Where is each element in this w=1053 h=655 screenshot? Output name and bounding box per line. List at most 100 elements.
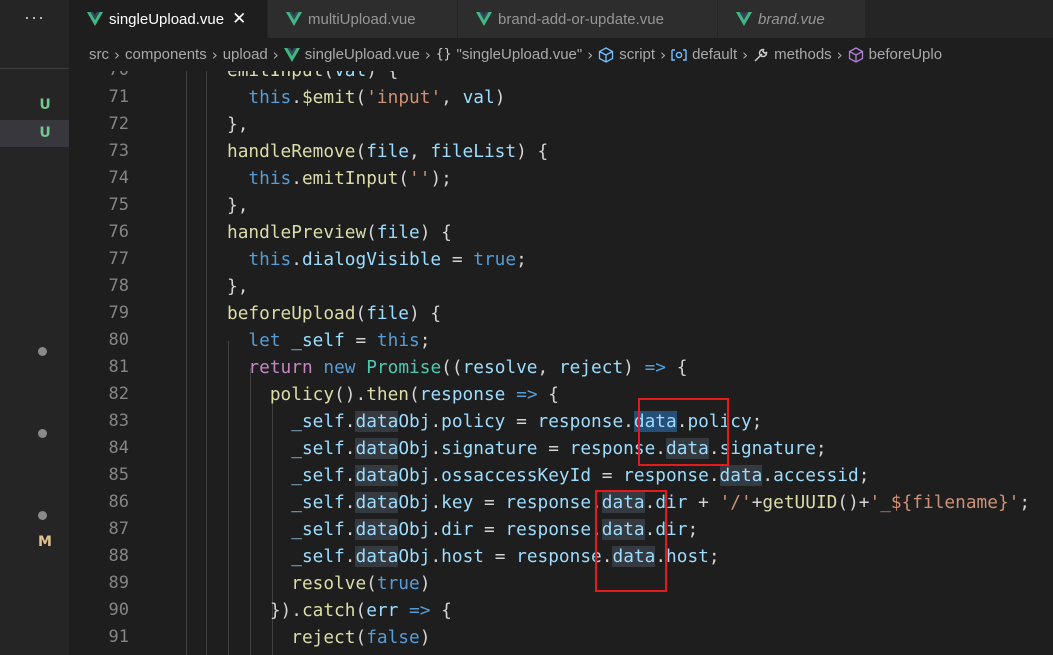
tab-multiupload[interactable]: multiUpload.vue [268,0,458,38]
explorer-item[interactable]: M [0,529,69,556]
code-text: beforeUpload(file) { [227,303,442,324]
chevron-right-icon: › [587,45,594,64]
line-number: 86 [108,492,129,512]
code-text: _self.dataObj.signature = response.data.… [291,438,827,459]
tab-label: brand-add-or-update.vue [498,10,664,28]
code-editor[interactable]: 70 emitInput(val) { 71 this.$emit('input… [69,71,1053,655]
code-text: _self.dataObj.ossaccessKeyId = response.… [291,465,870,486]
vue-file-icon [286,12,302,26]
tab-label: singleUpload.vue [109,10,225,28]
breadcrumb-item-module[interactable]: {} "singleUpload.vue" [436,46,582,63]
annotation-box [638,398,729,466]
line-number: 77 [108,249,129,269]
code-line: 72 }, [69,111,1053,138]
code-line: 81 return new Promise((resolve, reject) … [69,354,1053,381]
code-line: 78 }, [69,273,1053,300]
code-line: 76 handlePreview(file) { [69,219,1053,246]
breadcrumb-label: "singleUpload.vue" [456,46,583,63]
modified-dot-icon [38,429,47,438]
chevron-right-icon: › [742,45,749,64]
modified-dot-icon [38,511,47,520]
breadcrumb-item-file[interactable]: singleUpload.vue [283,46,420,63]
breadcrumb-item-upload[interactable]: upload [223,46,268,63]
breadcrumb-item-beforeupload[interactable]: beforeUplo [848,46,942,63]
code-line: 70 emitInput(val) { [69,71,1053,84]
breadcrumb-label: script [619,46,656,63]
code-text: this.$emit('input', val) [248,87,506,108]
code-line: 75 }, [69,192,1053,219]
breadcrumb-item-components[interactable]: components [125,46,207,63]
more-actions-icon[interactable]: ··· [0,0,69,38]
breadcrumb-item-script[interactable]: script [598,46,655,63]
code-text: policy().then(response => { [269,384,559,405]
code-line: 73 handleRemove(file, fileList) { [69,138,1053,165]
line-number: 75 [108,195,129,215]
line-number: 76 [108,222,129,242]
line-number: 91 [108,627,129,647]
breadcrumb-label: src [89,46,109,63]
editor-tab-bar: singleUpload.vue ✕ multiUpload.vue brand… [69,0,1053,38]
modified-dot-icon [38,347,47,356]
line-number: 81 [108,357,129,377]
code-text: emitInput(val) { [227,71,398,84]
annotation-box [595,490,667,592]
line-number: 79 [108,303,129,323]
braces-icon: {} [435,47,452,62]
tab-label: multiUpload.vue [308,10,416,28]
vue-file-icon [736,12,752,26]
code-line: 90 }).catch(err => { [69,597,1053,624]
breadcrumb: src › components › upload › singleUpload… [69,38,1053,71]
breadcrumb-item-src[interactable]: src [89,46,109,63]
tab-brand[interactable]: brand.vue [718,0,866,38]
tab-label: brand.vue [758,10,825,28]
breadcrumb-item-methods[interactable]: methods [753,46,832,63]
chevron-right-icon: › [660,45,667,64]
code-line: 86 _self.dataObj.key = response.data.dir… [69,489,1053,516]
chevron-right-icon: › [836,45,843,64]
cube-icon [848,46,863,63]
code-text: }).catch(err => { [227,600,452,621]
code-line: 80 let _self = this; [69,327,1053,354]
line-number: 85 [108,465,129,485]
explorer-item[interactable]: U [0,92,69,119]
code-text: let _self = this; [248,330,431,351]
code-line: 77 this.dialogVisible = true; [69,246,1053,273]
code-text: resolve(true) [291,573,431,594]
code-line: 89 resolve(true) [69,570,1053,597]
close-icon[interactable]: ✕ [232,9,246,29]
breadcrumb-item-default[interactable]: default [671,46,737,63]
breadcrumb-label: components [125,46,207,63]
line-number: 89 [108,573,129,593]
code-text: reject(false) [291,627,431,648]
code-line: 82 policy().then(response => { [69,381,1053,408]
code-line: 87 _self.dataObj.dir = response.data.dir… [69,516,1053,543]
code-text: this.dialogVisible = true; [248,249,527,270]
breadcrumb-label: methods [774,46,832,63]
code-line: 84 _self.dataObj.signature = response.da… [69,435,1053,462]
tab-singleupload[interactable]: singleUpload.vue ✕ [69,0,268,38]
code-line: 88 _self.dataObj.host = response.data.ho… [69,543,1053,570]
explorer-sidebar: ··· U U M [0,0,69,655]
line-number: 88 [108,546,129,566]
line-number: 70 [69,71,129,84]
tab-brand-add-or-update[interactable]: brand-add-or-update.vue [458,0,718,38]
code-text: return new Promise((resolve, reject) => … [248,357,688,378]
chevron-right-icon: › [272,45,279,64]
breadcrumb-label: default [692,46,738,63]
explorer-item-selected[interactable]: U [0,120,69,147]
line-number: 80 [108,330,129,350]
vue-file-icon [476,12,492,26]
code-text: }, [227,195,249,216]
code-line: 83 _self.dataObj.policy = response.data.… [69,408,1053,435]
breadcrumb-label: upload [222,46,268,63]
code-line: 79 beforeUpload(file) { [69,300,1053,327]
chevron-right-icon: › [424,45,431,64]
symbol-field-icon [671,48,687,61]
line-number: 83 [108,411,129,431]
sidebar-divider [0,68,69,69]
code-line: 71 this.$emit('input', val) [69,84,1053,111]
line-number: 87 [108,519,129,539]
code-line: 91 reject(false) [69,624,1053,651]
line-number: 74 [108,168,129,188]
untracked-badge: U [39,97,51,113]
